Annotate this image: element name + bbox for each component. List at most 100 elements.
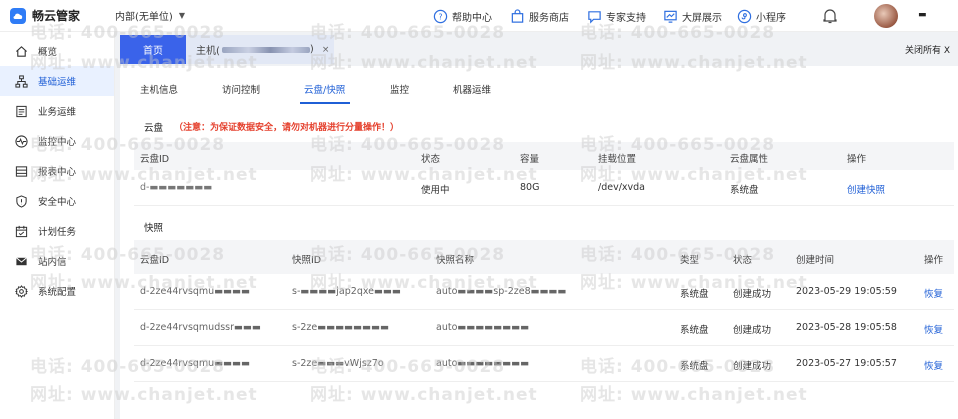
snapshot-type: 系统盘: [680, 325, 709, 336]
restore-link[interactable]: 恢复: [924, 322, 943, 336]
column-header: 云盘ID: [140, 154, 170, 165]
caret-down-icon: ▼: [178, 11, 185, 20]
nav-expert-support[interactable]: 专家支持: [586, 0, 646, 32]
snapshot-id: s-2ze▬▬▬vWjsz7o: [292, 358, 384, 369]
org-chart-icon: [14, 74, 28, 88]
sidebar-item-report-center[interactable]: 报表中心: [0, 156, 114, 186]
home-icon: [14, 44, 28, 58]
nav-help-center[interactable]: ? 帮助中心: [432, 0, 492, 32]
report-icon: [14, 164, 28, 178]
snapshot-status: 创建成功: [733, 289, 772, 300]
snapshot-disk-id: d-2ze44rvsqmu▬▬▬▬: [140, 358, 251, 369]
column-header: 云盘属性: [730, 154, 769, 165]
sidebar-item-label: 概览: [38, 47, 58, 58]
sidebar-item-label: 站内信: [38, 257, 67, 268]
sidebar-item-scheduled-tasks[interactable]: 计划任务: [0, 216, 114, 246]
tab-monitor[interactable]: 监控: [390, 82, 409, 96]
sidebar-item-business-ops[interactable]: 业务运维: [0, 96, 114, 126]
sidebar-item-label: 系统配置: [38, 287, 77, 298]
snapshot-id: s-▬▬▬▬jap2qxe▬▬▬: [292, 286, 401, 297]
close-tab-icon[interactable]: ×: [322, 45, 330, 55]
create-snapshot-link[interactable]: 创建快照: [847, 182, 885, 196]
column-header: 操作: [924, 255, 944, 266]
sidebar-item-basic-ops[interactable]: 基础运维: [0, 66, 114, 96]
nav-mini-program-label: 小程序: [756, 12, 786, 24]
org-selector[interactable]: 内部(无单位) ▼: [115, 8, 185, 23]
tab-host-label-suffix: ): [309, 44, 314, 55]
snapshot-time: 2023-05-29 19:05:59: [796, 286, 897, 297]
shield-icon: [14, 194, 28, 208]
column-header: 状态: [421, 154, 441, 165]
snapshot-table-header: 云盘ID 快照ID 快照名称 类型 状态 创建时间 操作: [134, 240, 954, 274]
column-header: 操作: [847, 154, 867, 165]
column-header: 容量: [520, 154, 540, 165]
snapshot-name: auto▬▬▬▬sp-2ze8▬▬▬▬: [436, 286, 567, 297]
nav-service-store-label: 服务商店: [529, 12, 569, 24]
disk-snapshot-panel: 云盘 （注意：为保证数据安全，请勿对机器进行分量操作！） 云盘ID 状态 容量 …: [134, 110, 954, 419]
avatar[interactable]: [874, 4, 898, 28]
sidebar-item-inbox[interactable]: 站内信: [0, 246, 114, 276]
snapshot-section-title: 快照: [144, 223, 164, 234]
snapshot-time: 2023-05-28 19:05:58: [796, 322, 897, 333]
sidebar-item-label: 安全中心: [38, 197, 77, 208]
close-all-tabs-button[interactable]: 关闭所有 X: [905, 43, 950, 56]
tab-disk-snapshot[interactable]: 云盘/快照: [304, 82, 345, 96]
mini-program-icon: [736, 8, 752, 24]
disk-warning-text: （注意：为保证数据安全，请勿对机器进行分量操作！）: [174, 123, 400, 133]
tab-home[interactable]: 首页: [120, 35, 186, 64]
snapshot-id: s-2ze▬▬▬▬▬▬▬▬: [292, 322, 390, 333]
user-name[interactable]: ▬: [918, 10, 927, 20]
column-header: 状态: [733, 255, 753, 266]
svg-text:?: ?: [438, 12, 442, 21]
sidebar-item-label: 报表中心: [38, 167, 77, 178]
app-name: 畅云管家: [32, 9, 81, 23]
column-header: 挂载位置: [598, 154, 637, 165]
restore-link[interactable]: 恢复: [924, 358, 943, 372]
tab-access-control[interactable]: 访问控制: [222, 82, 260, 96]
disk-id: d-▬▬▬▬▬▬▬: [140, 182, 213, 193]
sidebar-item-security-center[interactable]: 安全中心: [0, 186, 114, 216]
snapshot-disk-id: d-2ze44rvsqmudssr▬▬▬: [140, 322, 261, 333]
document-icon: [14, 104, 28, 118]
sidebar-item-monitor-center[interactable]: 监控中心: [0, 126, 114, 156]
sidebar-item-label: 计划任务: [38, 227, 77, 238]
snapshot-status: 创建成功: [733, 361, 772, 372]
snapshot-type: 系统盘: [680, 289, 709, 300]
snapshot-status: 创建成功: [733, 325, 772, 336]
restore-link[interactable]: 恢复: [924, 286, 943, 300]
tab-host-label: 主机(: [196, 46, 220, 57]
cloud-logo-icon: [10, 7, 26, 24]
tab-machine-ops[interactable]: 机器运维: [453, 82, 491, 96]
sidebar-item-label: 基础运维: [38, 77, 77, 88]
column-header: 云盘ID: [140, 255, 170, 266]
question-circle-icon: ?: [432, 8, 448, 24]
gear-icon: [14, 284, 28, 298]
table-row: d-2ze44rvsqmu▬▬▬▬ s-▬▬▬▬jap2qxe▬▬▬ auto▬…: [134, 274, 954, 310]
pulse-icon: [14, 134, 28, 148]
nav-big-screen-label: 大屏展示: [682, 12, 722, 24]
disk-capacity: 80G: [520, 182, 540, 193]
sidebar-item-system-config[interactable]: 系统配置: [0, 276, 114, 306]
column-header: 快照ID: [292, 255, 322, 266]
column-header: 快照名称: [436, 255, 475, 266]
app-logo[interactable]: 畅云管家: [0, 7, 110, 24]
active-tab-indicator: [300, 102, 350, 104]
sidebar-item-overview[interactable]: 概览: [0, 36, 114, 66]
calendar-icon: [14, 224, 28, 238]
nav-service-store[interactable]: 服务商店: [509, 0, 569, 32]
table-row: d-2ze44rvsqmudssr▬▬▬ s-2ze▬▬▬▬▬▬▬▬ auto▬…: [134, 310, 954, 346]
redacted-hostname: [221, 46, 310, 53]
nav-big-screen[interactable]: 大屏展示: [662, 0, 722, 32]
disk-mount: /dev/xvda: [598, 182, 645, 193]
expert-chat-icon: [586, 8, 602, 24]
main-content: 主机信息 访问控制 云盘/快照 监控 机器运维 云盘 （注意：为保证数据安全，请…: [120, 66, 958, 419]
snapshot-type: 系统盘: [680, 361, 709, 372]
tab-host[interactable]: 主机( ) ×: [186, 35, 334, 64]
bell-icon[interactable]: [821, 7, 839, 25]
top-header: 畅云管家 内部(无单位) ▼ ? 帮助中心 服务商店 专家支持 大屏展示 小程序…: [0, 0, 958, 32]
mail-icon: [14, 254, 28, 268]
snapshot-time: 2023-05-27 19:05:57: [796, 358, 897, 369]
nav-help-center-label: 帮助中心: [452, 12, 492, 24]
nav-mini-program[interactable]: 小程序: [736, 0, 786, 32]
tab-host-info[interactable]: 主机信息: [140, 82, 178, 96]
